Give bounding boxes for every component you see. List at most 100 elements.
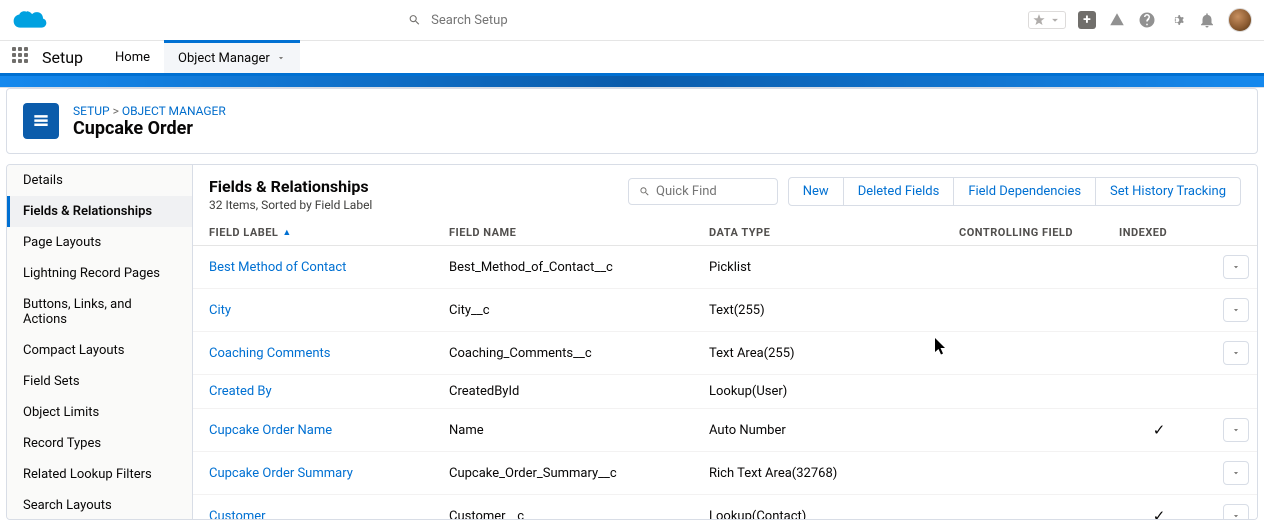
sidebar-item[interactable]: Record Types	[7, 428, 192, 459]
breadcrumb-setup[interactable]: SETUP	[73, 104, 110, 118]
button-group: NewDeleted FieldsField DependenciesSet H…	[788, 177, 1241, 206]
row-action-menu[interactable]	[1223, 418, 1249, 442]
action-button[interactable]: New	[789, 178, 844, 205]
table-row: Best Method of ContactBest_Method_of_Con…	[193, 246, 1257, 289]
nav-bar: Setup Home Object Manager	[0, 40, 1264, 76]
breadcrumb-object-manager[interactable]: OBJECT MANAGER	[122, 104, 226, 118]
indexed-cell: ✓	[1119, 421, 1199, 439]
action-button[interactable]: Set History Tracking	[1096, 178, 1240, 205]
col-controlling-field[interactable]: CONTROLLING FIELD	[959, 226, 1119, 239]
main: DetailsFields & RelationshipsPage Layout…	[6, 164, 1258, 520]
sidebar-item[interactable]: Buttons, Links, and Actions	[7, 289, 192, 335]
field-label-link[interactable]: City	[209, 303, 449, 318]
action-button[interactable]: Field Dependencies	[954, 178, 1096, 205]
row-action-menu[interactable]	[1223, 461, 1249, 485]
row-action-menu[interactable]	[1223, 298, 1249, 322]
row-action-menu[interactable]	[1223, 341, 1249, 365]
app-launcher-icon[interactable]	[12, 47, 32, 67]
col-data-type[interactable]: DATA TYPE	[709, 226, 959, 239]
table-row: Created ByCreatedByIdLookup(User)	[193, 375, 1257, 409]
breadcrumb: SETUP > OBJECT MANAGER	[73, 104, 226, 118]
field-name: Coaching_Comments__c	[449, 346, 709, 361]
chevron-down-icon	[1231, 511, 1241, 519]
chevron-down-icon	[1231, 425, 1241, 435]
field-label-link[interactable]: Created By	[209, 384, 449, 399]
trailhead-icon[interactable]	[1108, 11, 1126, 29]
search-icon	[408, 13, 421, 27]
field-label-link[interactable]: Coaching Comments	[209, 346, 449, 361]
content-subtitle: 32 Items, Sorted by Field Label	[209, 198, 372, 212]
indexed-cell: ✓	[1119, 507, 1199, 519]
data-type: Text(255)	[709, 303, 959, 318]
brand-band	[0, 76, 1264, 88]
data-type: Text Area(255)	[709, 346, 959, 361]
gear-icon[interactable]	[1168, 11, 1186, 29]
data-type: Lookup(Contact)	[709, 509, 959, 520]
sidebar-item[interactable]: Search Layouts	[7, 490, 192, 519]
global-search[interactable]	[398, 6, 798, 34]
field-name: Cupcake_Order_Summary__c	[449, 466, 709, 481]
data-type: Rich Text Area(32768)	[709, 466, 959, 481]
field-label-link[interactable]: Cupcake Order Summary	[209, 466, 449, 481]
object-icon	[23, 103, 59, 139]
action-button[interactable]: Deleted Fields	[844, 178, 955, 205]
field-label-link[interactable]: Customer	[209, 509, 449, 520]
sidebar-item[interactable]: Details	[7, 165, 192, 196]
bell-icon[interactable]	[1198, 11, 1216, 29]
table-row: CityCity__cText(255)	[193, 289, 1257, 332]
global-actions-icon[interactable]: +	[1078, 11, 1096, 29]
data-type: Picklist	[709, 260, 959, 275]
sidebar-item[interactable]: Object Limits	[7, 397, 192, 428]
app-title: Setup	[42, 48, 83, 67]
nav-item-object-manager[interactable]: Object Manager	[164, 40, 300, 73]
sidebar-item[interactable]: Fields & Relationships	[7, 196, 192, 227]
field-label-link[interactable]: Best Method of Contact	[209, 260, 449, 275]
row-action-menu[interactable]	[1223, 255, 1249, 279]
content-header: Fields & Relationships 32 Items, Sorted …	[193, 165, 1257, 220]
field-name: City__c	[449, 303, 709, 318]
field-name: Best_Method_of_Contact__c	[449, 260, 709, 275]
search-input[interactable]	[431, 13, 788, 28]
field-name: Customer__c	[449, 509, 709, 520]
avatar[interactable]	[1228, 8, 1252, 32]
chevron-down-icon	[1231, 305, 1241, 315]
field-label-link[interactable]: Cupcake Order Name	[209, 423, 449, 438]
chevron-down-icon	[1231, 262, 1241, 272]
content-title: Fields & Relationships	[209, 177, 372, 196]
table-row: Cupcake Order NameNameAuto Number ✓	[193, 409, 1257, 452]
sidebar-item[interactable]: Field Sets	[7, 366, 192, 397]
table-row: CustomerCustomer__cLookup(Contact) ✓	[193, 495, 1257, 519]
sidebar-item[interactable]: Page Layouts	[7, 227, 192, 258]
sidebar-item[interactable]: Related Lookup Filters	[7, 459, 192, 490]
sidebar-item[interactable]: Lightning Record Pages	[7, 258, 192, 289]
field-name: CreatedById	[449, 384, 709, 399]
chevron-down-icon	[1231, 348, 1241, 358]
col-field-label[interactable]: FIELD LABEL▲	[209, 226, 449, 239]
quick-find-input[interactable]	[656, 184, 767, 199]
page-header: SETUP > OBJECT MANAGER Cupcake Order	[6, 88, 1258, 154]
chevron-down-icon	[276, 53, 286, 63]
salesforce-logo	[12, 8, 48, 32]
quick-find[interactable]	[628, 178, 778, 205]
nav-item-home[interactable]: Home	[101, 41, 164, 73]
content: Fields & Relationships 32 Items, Sorted …	[193, 165, 1257, 519]
chevron-down-icon	[1231, 468, 1241, 478]
field-name: Name	[449, 423, 709, 438]
data-type: Lookup(User)	[709, 384, 959, 399]
table-header: FIELD LABEL▲ FIELD NAME DATA TYPE CONTRO…	[193, 220, 1257, 246]
col-field-name[interactable]: FIELD NAME	[449, 226, 709, 239]
favorites-dropdown[interactable]	[1028, 11, 1066, 29]
help-icon[interactable]	[1138, 11, 1156, 29]
page-title: Cupcake Order	[73, 118, 226, 139]
table-row: Cupcake Order SummaryCupcake_Order_Summa…	[193, 452, 1257, 495]
header-actions: +	[1028, 8, 1252, 32]
nav-item-label: Object Manager	[178, 51, 270, 66]
chevron-down-icon	[1048, 13, 1062, 27]
fields-table: FIELD LABEL▲ FIELD NAME DATA TYPE CONTRO…	[193, 220, 1257, 519]
col-indexed[interactable]: INDEXED	[1119, 226, 1199, 239]
data-type: Auto Number	[709, 423, 959, 438]
global-header: +	[0, 0, 1264, 40]
sidebar-item[interactable]: Compact Layouts	[7, 335, 192, 366]
table-row: Coaching CommentsCoaching_Comments__cTex…	[193, 332, 1257, 375]
sort-asc-icon: ▲	[282, 227, 291, 238]
